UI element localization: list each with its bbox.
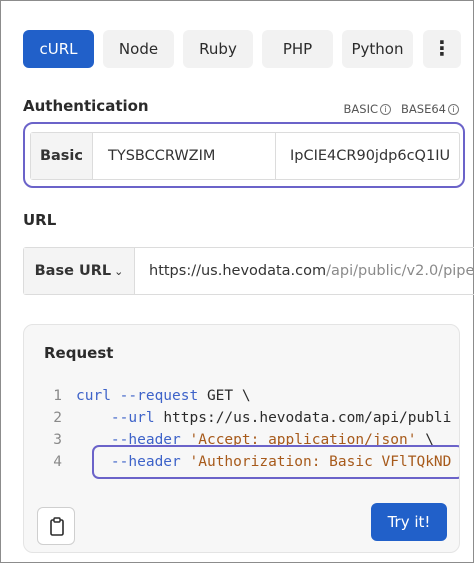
code-text: --url https://us.hevodata.com/api/publi [110,410,452,426]
info-icon: i [380,104,392,115]
authentication-highlight: Basic TYSBCCRWZIM IpCIE4CR90jdp6cQ1IU [23,122,465,188]
auth-type-options: BASIC i BASE64 i [344,102,459,116]
line-number: 2 [53,410,62,426]
auth-type-base64-label: BASE64 [401,102,446,116]
url-title: URL [23,211,57,229]
try-it-button[interactable]: Try it! [371,503,447,541]
base-url-dropdown[interactable]: Base URL ⌄ [24,248,135,294]
tab-php[interactable]: PHP [262,30,333,68]
password-field[interactable]: IpCIE4CR90jdp6cQ1IU [276,133,459,179]
tab-node[interactable]: Node [103,30,174,68]
authorization-header-highlight [92,445,459,479]
username-field[interactable]: TYSBCCRWZIM [93,133,276,179]
more-vertical-icon[interactable]: ⋮ [423,30,461,68]
chevron-down-icon: ⌄ [114,265,124,278]
auth-type-base64[interactable]: BASE64 i [401,102,459,116]
request-title: Request [44,344,114,362]
base-url-label: Base URL [34,263,112,279]
auth-scheme-label: Basic [31,133,93,179]
url-path-text: /api/public/v2.0/pipel [326,263,474,279]
auth-type-basic[interactable]: BASIC i [343,102,392,116]
tab-python[interactable]: Python [342,30,413,68]
tab-curl[interactable]: cURL [23,30,94,68]
info-icon: i [448,104,459,115]
clipboard-icon [50,517,64,536]
code-text: curl --request GET \ [76,388,251,404]
tab-ruby[interactable]: Ruby [183,30,253,68]
url-field-group: Base URL ⌄ https://us.hevodata.com/api/pu… [23,247,474,295]
request-panel: Request 1 curl --request GET \ 2 --url htt… [23,324,460,553]
auth-type-basic-label: BASIC [343,102,379,116]
authentication-title: Authentication [23,97,149,115]
url-input[interactable]: https://us.hevodata.com/api/public/v2.0/… [135,248,474,294]
auth-fields: Basic TYSBCCRWZIM IpCIE4CR90jdp6cQ1IU [30,132,460,180]
line-number: 1 [53,388,62,404]
line-number: 4 [53,454,62,470]
url-base-text: https://us.hevodata.com [149,263,327,279]
line-number: 3 [53,432,62,448]
copy-button[interactable] [37,507,75,545]
